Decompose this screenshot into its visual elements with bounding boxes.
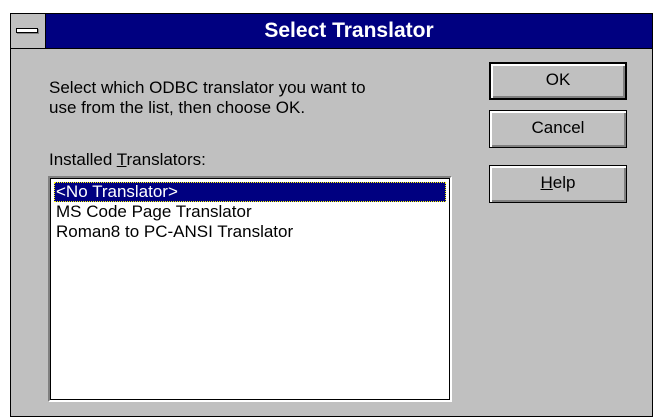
instruction-line-2: use from the list, then choose OK. <box>49 98 306 117</box>
list-label-suffix: ranslators: <box>126 150 206 169</box>
list-item-roman8[interactable]: Roman8 to PC-ANSI Translator <box>54 222 446 242</box>
cancel-button[interactable]: Cancel <box>489 110 627 148</box>
ok-button[interactable]: OK <box>489 62 627 100</box>
instruction-text: Select which ODBC translator you want to… <box>49 78 366 118</box>
select-translator-dialog: Select Translator Select which ODBC tran… <box>10 13 653 417</box>
list-label-mnemonic: T <box>116 150 127 169</box>
installed-translators-label: Installed Translators: <box>49 150 206 170</box>
list-item-no-translator[interactable]: <No Translator> <box>54 182 446 202</box>
translators-list: <No Translator> MS Code Page Translator … <box>54 182 446 242</box>
list-item-ms-code-page[interactable]: MS Code Page Translator <box>54 202 446 222</box>
help-mnemonic: H <box>540 173 553 192</box>
list-label-prefix: Installed <box>49 150 117 169</box>
window-title: Select Translator <box>264 19 434 42</box>
title-bar[interactable]: Select Translator <box>11 14 652 49</box>
translators-listbox[interactable]: <No Translator> MS Code Page Translator … <box>48 176 452 402</box>
system-menu-icon <box>16 28 38 33</box>
help-label-rest: elp <box>552 173 576 192</box>
instruction-line-1: Select which ODBC translator you want to <box>49 78 366 97</box>
system-menu-button[interactable] <box>11 14 46 48</box>
help-button[interactable]: Help <box>489 165 627 203</box>
